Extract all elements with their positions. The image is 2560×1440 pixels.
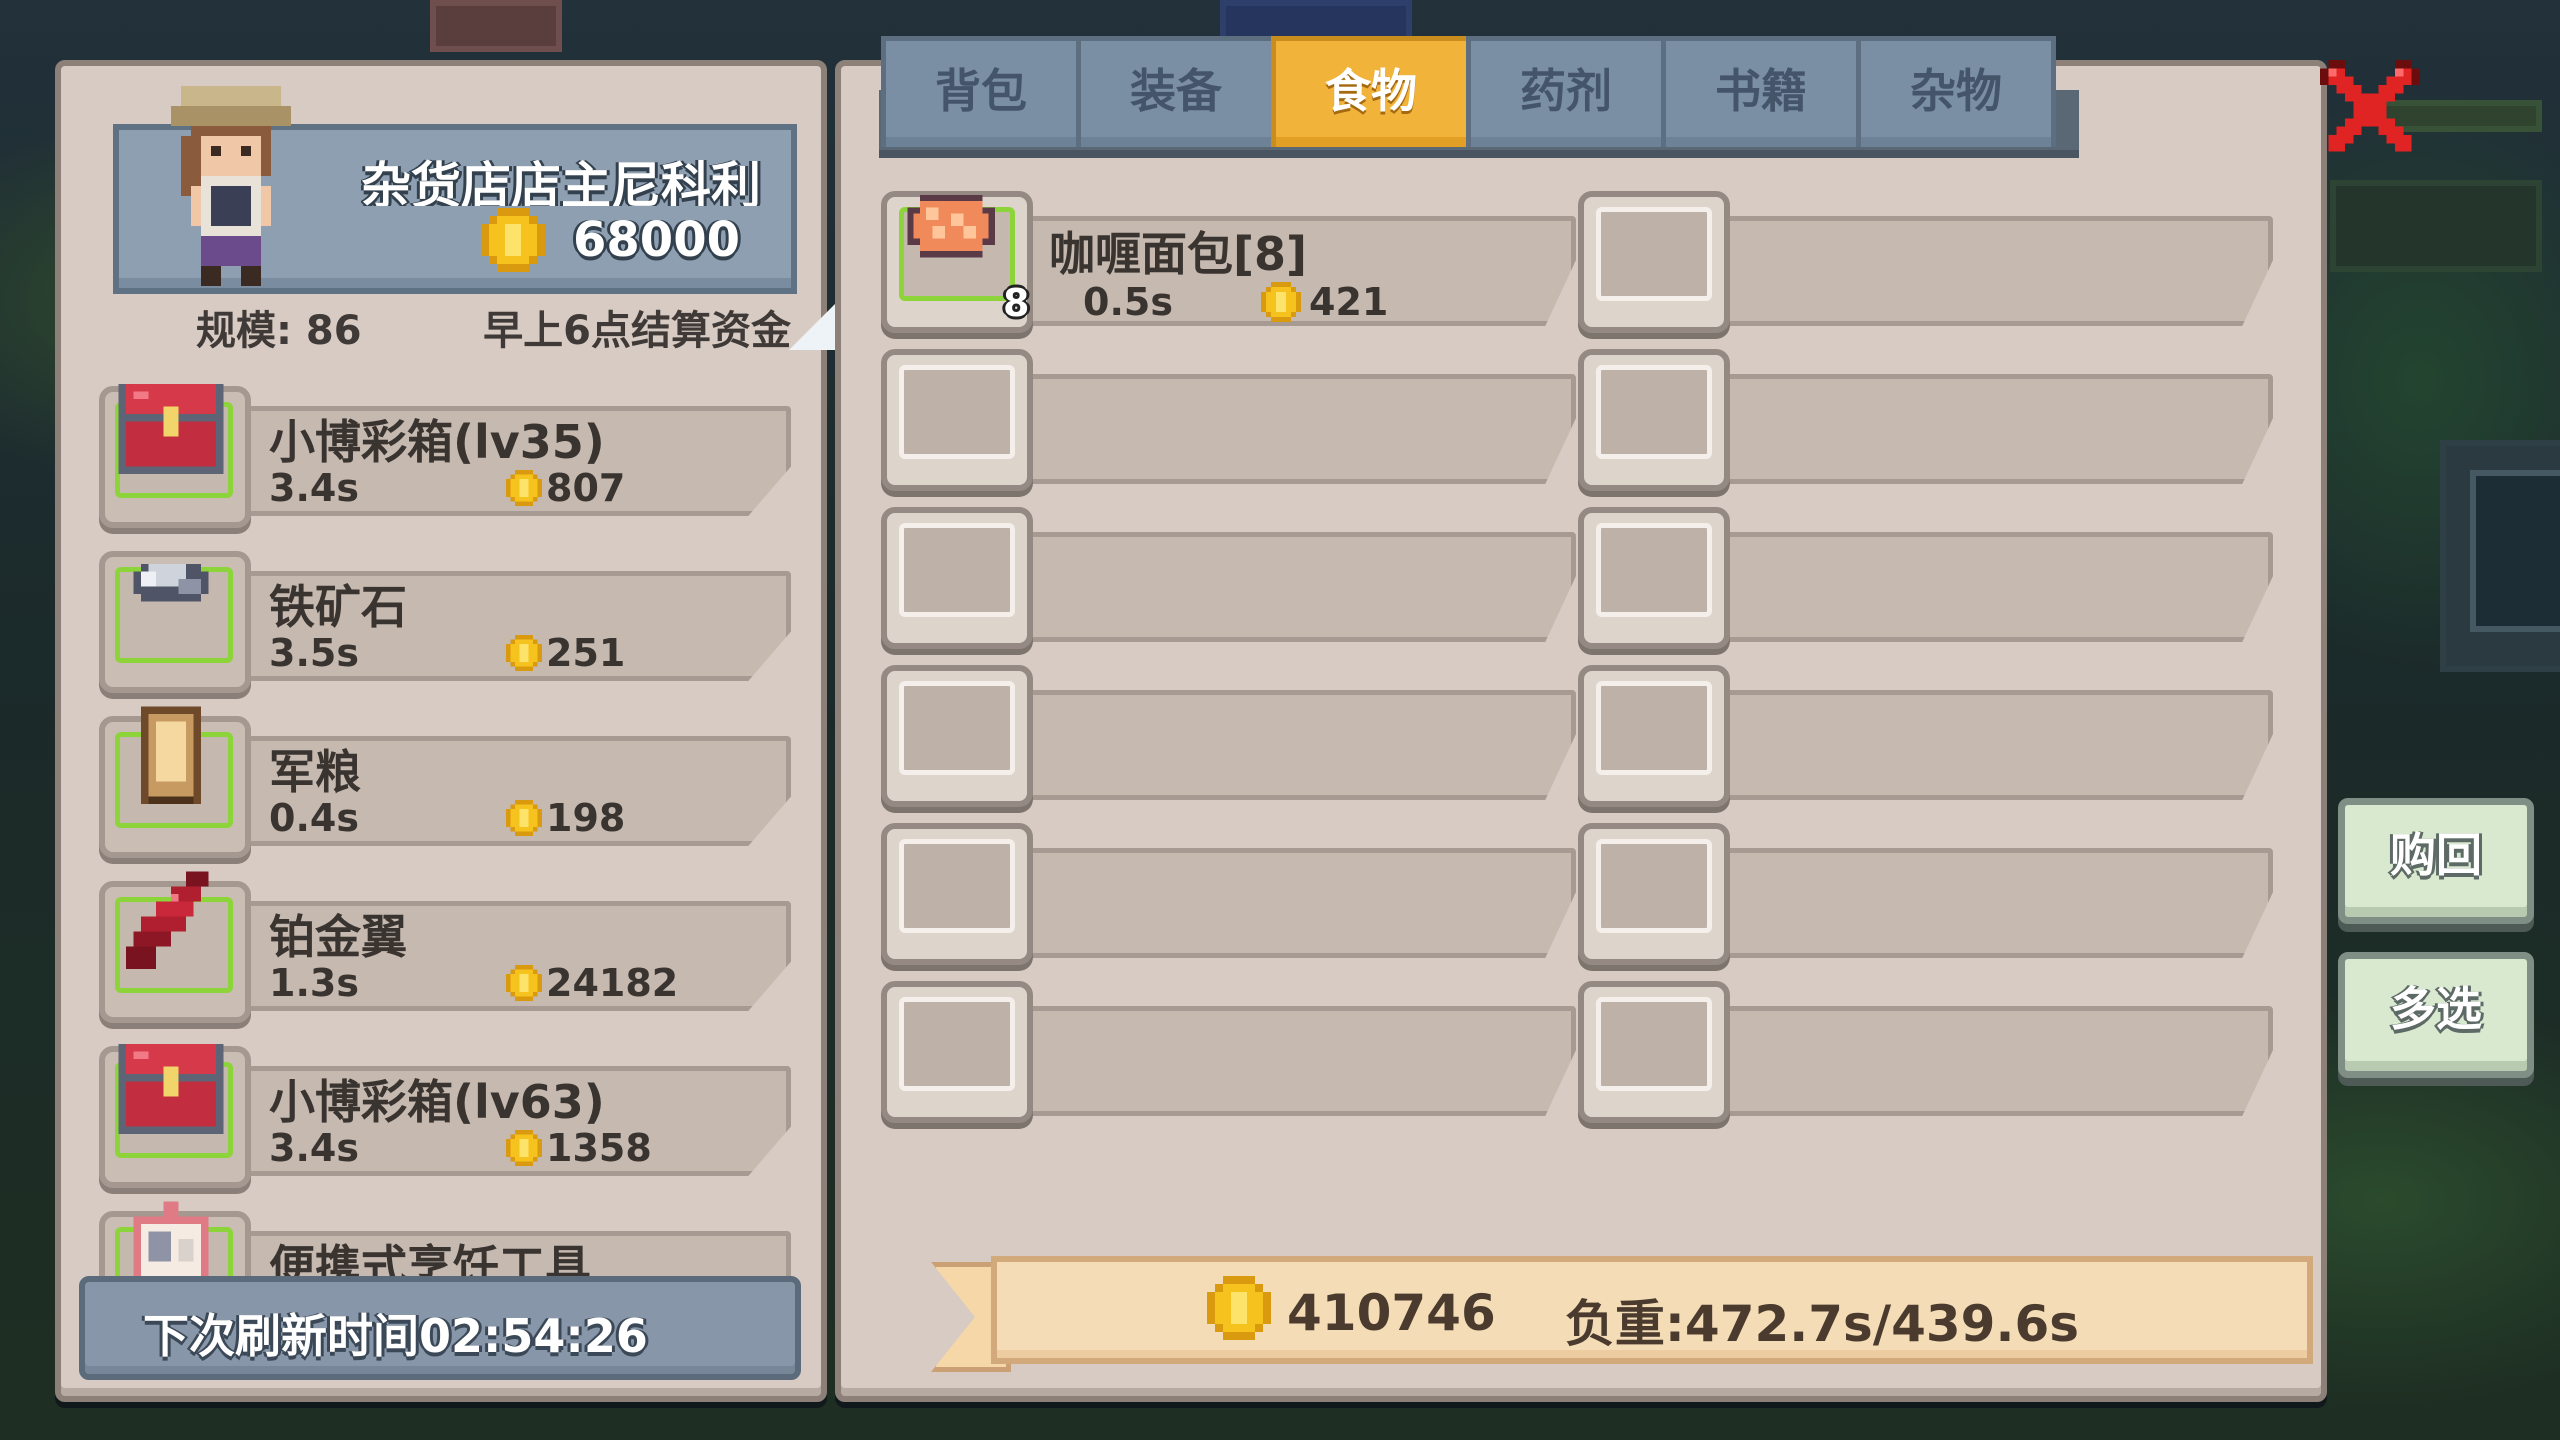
tab-food[interactable]: 食物 <box>1271 36 1471 147</box>
settlement-note: 早上6点结算资金 <box>483 308 791 354</box>
curry-bread-icon <box>907 194 995 258</box>
shop-item[interactable]: 小博彩箱(lv63) 3.4s 1358 <box>91 1026 791 1188</box>
empty-inventory-slot[interactable] <box>1578 344 2273 494</box>
item-time: 3.5s <box>269 631 359 675</box>
owner-gold-amount: 68000 <box>573 212 740 268</box>
item-slot[interactable] <box>881 665 1033 807</box>
ration-icon <box>141 706 201 804</box>
gold-coin-icon <box>506 470 542 506</box>
shop-info-line: 规模: 86 早上6点结算资金 <box>141 294 791 354</box>
empty-inventory-slot[interactable] <box>1578 186 2273 336</box>
item-time: 3.4s <box>269 1126 359 1170</box>
gold-coin-icon <box>506 965 542 1001</box>
inventory-panel: 背包 装备 食物 药剂 书籍 杂物 8 咖喱面包[8] 0.5s 421 410… <box>835 36 2327 1402</box>
shop-item[interactable]: 铂金翼 1.3s 24182 <box>91 861 791 1023</box>
item-slot[interactable] <box>1578 191 1730 333</box>
item-slot[interactable] <box>1578 507 1730 649</box>
empty-inventory-slot[interactable] <box>881 660 1576 810</box>
empty-inventory-slot[interactable] <box>1578 818 2273 968</box>
refresh-timer-text: 下次刷新时间02:54:26 <box>143 1309 648 1363</box>
inventory-item[interactable]: 8 咖喱面包[8] 0.5s 421 <box>881 186 1576 336</box>
gold-coin-icon <box>506 635 542 671</box>
tab-books[interactable]: 书籍 <box>1661 36 1861 147</box>
empty-inventory-slot[interactable] <box>881 976 1576 1126</box>
inventory-grid: 8 咖喱面包[8] 0.5s 421 <box>881 186 2301 1126</box>
tab-potion[interactable]: 药剂 <box>1466 36 1666 147</box>
player-gold-amount: 410746 <box>1287 1284 1496 1342</box>
tab-misc[interactable]: 杂物 <box>1856 36 2056 147</box>
carry-weight: 负重:472.7s/439.6s <box>1564 1295 2079 1353</box>
tab-backpack[interactable]: 背包 <box>881 36 1081 147</box>
empty-inventory-slot[interactable] <box>1578 502 2273 652</box>
shop-owner-avatar <box>171 86 291 286</box>
owner-gold: 68000 <box>481 208 781 272</box>
gold-coin-icon <box>481 208 545 272</box>
category-tabs: 背包 装备 食物 药剂 书籍 杂物 <box>879 36 2081 158</box>
item-name: 铁矿石 <box>269 580 407 634</box>
item-slot[interactable] <box>881 823 1033 965</box>
item-time: 1.3s <box>269 961 359 1005</box>
item-slot[interactable] <box>881 507 1033 649</box>
item-name: 小博彩箱(lv35) <box>269 415 605 469</box>
item-name: 军粮 <box>269 745 361 799</box>
item-slot[interactable] <box>881 981 1033 1123</box>
empty-inventory-slot[interactable] <box>1578 660 2273 810</box>
refresh-timer-bar: 下次刷新时间02:54:26 <box>79 1276 801 1380</box>
shop-scale: 规模: 86 <box>196 308 362 354</box>
gold-coin-icon <box>506 800 542 836</box>
empty-inventory-slot[interactable] <box>881 344 1576 494</box>
item-slot[interactable] <box>1578 823 1730 965</box>
item-name: 咖喱面包[8] <box>1049 227 1308 281</box>
item-slot[interactable] <box>1578 981 1730 1123</box>
shop-item[interactable]: 军粮 0.4s 198 <box>91 696 791 858</box>
item-time: 0.4s <box>269 796 359 840</box>
item-time: 0.5s <box>1083 280 1173 324</box>
item-name: 小博彩箱(lv63) <box>269 1075 605 1129</box>
treasure-chest-icon <box>118 1044 224 1134</box>
item-slot[interactable] <box>1578 349 1730 491</box>
cooking-tool-icon <box>133 1201 209 1284</box>
shop-item[interactable]: 小博彩箱(lv35) 3.4s 807 <box>91 366 791 528</box>
shop-item-list[interactable]: 小博彩箱(lv35) 3.4s 807 铁矿石 3.5s 251 军粮 0.4s… <box>91 366 791 1286</box>
item-count: 8 <box>1003 281 1030 325</box>
item-slot[interactable] <box>1578 665 1730 807</box>
iron-ore-icon <box>133 564 209 602</box>
shop-panel: 杂货店店主尼科利 68000 规模: 86 早上6点结算资金 小博彩箱(lv35… <box>55 60 849 1402</box>
gold-coin-icon <box>506 1130 542 1166</box>
empty-inventory-slot[interactable] <box>881 502 1576 652</box>
shop-item[interactable]: 便携式烹饪工具 <box>91 1191 791 1286</box>
item-slot[interactable] <box>881 349 1033 491</box>
empty-inventory-slot[interactable] <box>881 818 1576 968</box>
item-name: 铂金翼 <box>269 910 407 964</box>
multi-select-button[interactable]: 多选 <box>2338 952 2534 1078</box>
item-time: 3.4s <box>269 466 359 510</box>
empty-inventory-slot[interactable] <box>1578 976 2273 1126</box>
tab-equipment[interactable]: 装备 <box>1076 36 1276 147</box>
treasure-chest-icon <box>118 384 224 474</box>
gold-coin-icon <box>1207 1276 1271 1340</box>
close-icon[interactable] <box>2320 60 2420 160</box>
red-wing-icon <box>126 871 209 969</box>
gold-coin-icon <box>1261 282 1301 322</box>
shop-owner-name: 杂货店店主尼科利 <box>361 157 761 206</box>
shop-item[interactable]: 铁矿石 3.5s 251 <box>91 531 791 693</box>
player-status-ribbon: 410746 负重:472.7s/439.6s <box>931 1256 2321 1372</box>
buyback-button[interactable]: 购回 <box>2338 798 2534 924</box>
